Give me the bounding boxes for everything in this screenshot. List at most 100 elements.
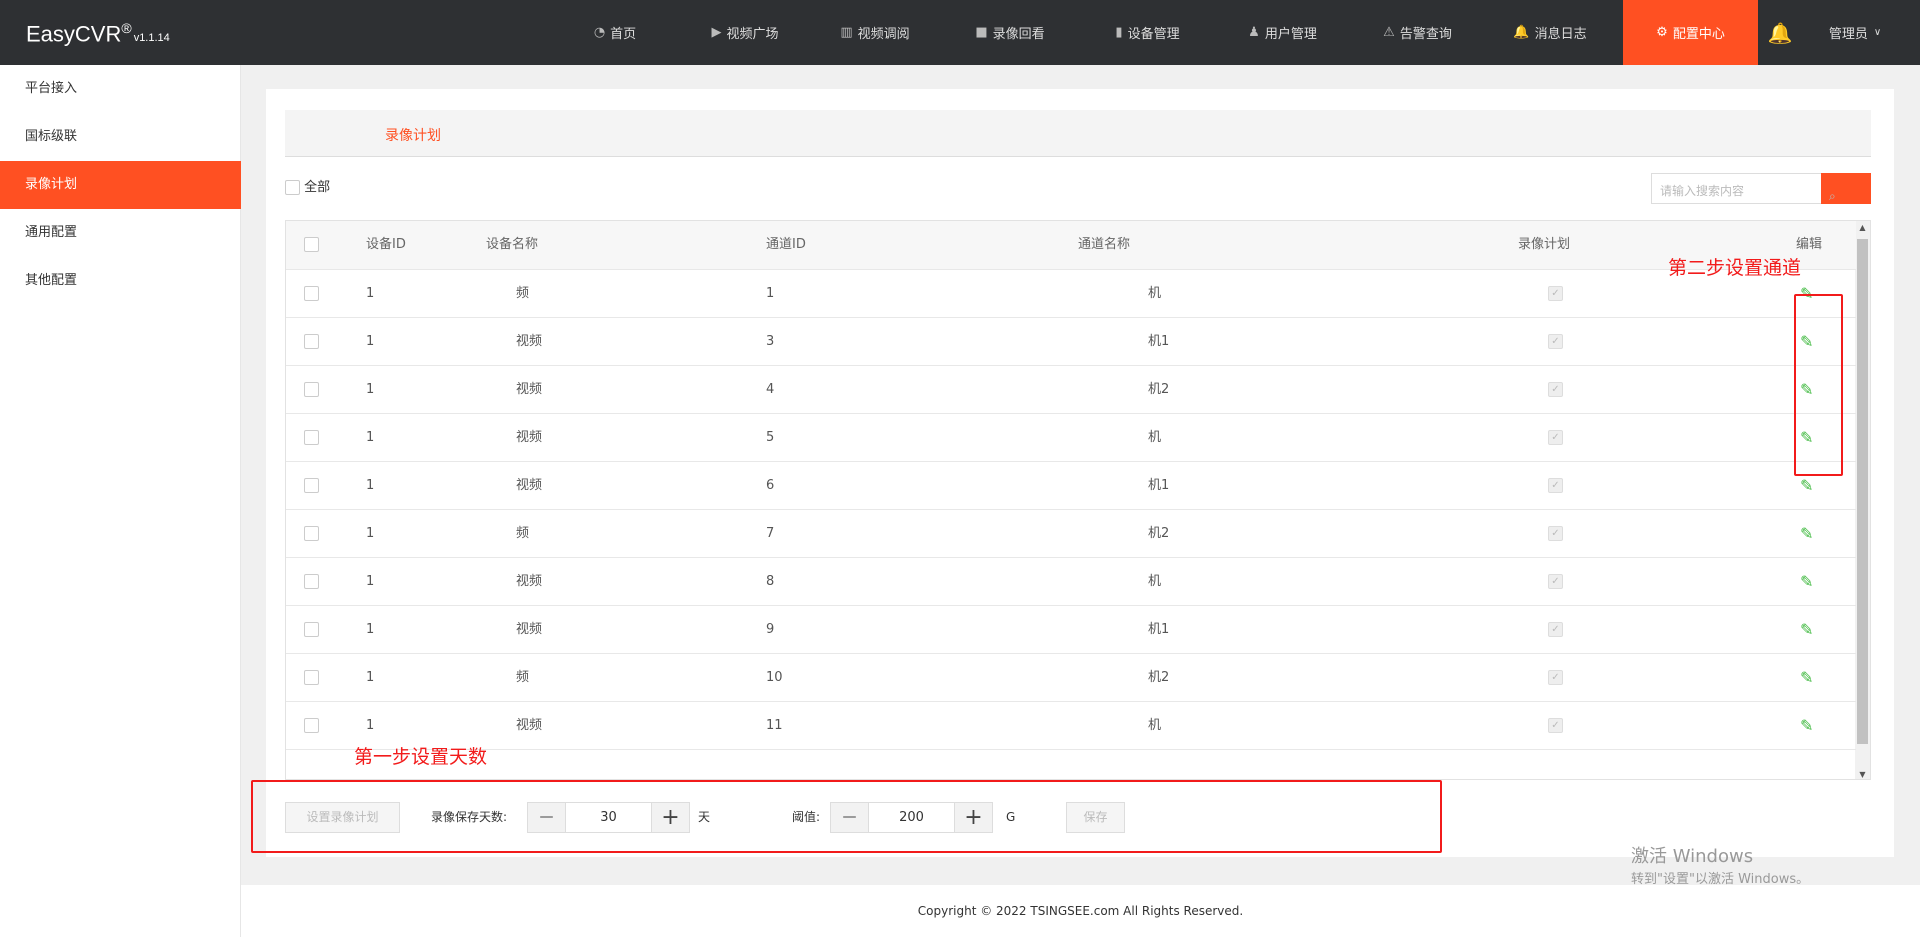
channel-table: ▲ ▼ 设备ID 设备名称 通道ID 通道名称 录像计划 编辑 1 频 1 机 ✓ ✎ 1 … — [285, 220, 1871, 780]
channel-name: 机2 — [1148, 526, 1170, 541]
nav-label: 告警查询 — [1399, 27, 1452, 42]
nav-label: 视频调阅 — [857, 27, 910, 42]
search-button[interactable]: ⌕ — [1821, 173, 1871, 204]
record-plan-checkbox: ✓ — [1548, 270, 1563, 318]
device-id: 1 — [366, 622, 375, 637]
row-checkbox[interactable] — [304, 702, 319, 750]
column-header: 通道名称 — [1078, 237, 1131, 252]
sidebar-item-0[interactable]: 平台接入 — [0, 65, 241, 113]
top-header: EasyCVR®v1.1.14 ◔ 首页 ▶ 视频广场 ▥ 视频调阅 ■ 录像回看 ▮ 设备管理 ♟… — [0, 0, 1920, 65]
logo-reg: ® — [121, 20, 132, 36]
table-row: 1 视频 3 机1 ✓ ✎ — [286, 318, 1856, 366]
annotation-step1: 第一步设置天数 — [354, 746, 488, 768]
user-name: 管理员 — [1828, 27, 1868, 42]
device-name: 频 — [516, 670, 530, 685]
edit-icon[interactable]: ✎ — [1800, 558, 1813, 606]
edit-icon[interactable]: ✎ — [1800, 510, 1813, 558]
sidebar-item-4[interactable]: 其他配置 — [0, 257, 241, 305]
device-name: 视频 — [516, 382, 543, 397]
channel-name: 机2 — [1148, 382, 1170, 397]
record-plan-checkbox: ✓ — [1548, 414, 1563, 462]
sidebar-item-3[interactable]: 通用配置 — [0, 209, 241, 257]
row-checkbox[interactable] — [304, 654, 319, 702]
gear-icon: ⚙ — [1656, 25, 1668, 40]
watermark-line2: 转到"设置"以激活 Windows。 — [1631, 872, 1810, 887]
record-plan-checkbox: ✓ — [1548, 702, 1563, 750]
channel-id: 1 — [766, 286, 775, 301]
edit-icon[interactable]: ✎ — [1800, 702, 1813, 750]
nav-label: 配置中心 — [1672, 27, 1725, 42]
device-id: 1 — [366, 382, 375, 397]
nav-label: 用户管理 — [1264, 27, 1317, 42]
nav-item-3[interactable]: ■ 录像回看 — [955, 0, 1065, 65]
row-checkbox[interactable] — [304, 558, 319, 606]
nav-item-2[interactable]: ▥ 视频调阅 — [820, 0, 930, 65]
table-row: 1 视频 5 机 ✓ ✎ — [286, 414, 1856, 462]
tab-bar: 录像计划 — [285, 110, 1871, 157]
row-checkbox[interactable] — [304, 510, 319, 558]
table-row: 1 视频 4 机2 ✓ ✎ — [286, 366, 1856, 414]
sidebar-item-2[interactable]: 录像计划 — [0, 161, 241, 209]
row-checkbox[interactable] — [304, 606, 319, 654]
channel-id: 4 — [766, 382, 775, 397]
device-name: 视频 — [516, 718, 543, 733]
row-checkbox[interactable] — [304, 462, 319, 510]
device-id: 1 — [366, 286, 375, 301]
column-header: 设备ID — [366, 237, 406, 252]
scroll-up-icon[interactable]: ▲ — [1855, 223, 1870, 232]
channel-id: 5 — [766, 430, 775, 445]
row-checkbox[interactable] — [304, 414, 319, 462]
select-all[interactable]: 全部 — [285, 176, 330, 195]
user-menu[interactable]: 管理员 ∨ — [1810, 0, 1900, 65]
channel-name: 机 — [1148, 718, 1162, 733]
record-plan-checkbox: ✓ — [1548, 654, 1563, 702]
nav-item-4[interactable]: ▮ 设备管理 — [1090, 0, 1205, 65]
user-icon: ♟ — [1248, 25, 1260, 40]
nav-label: 录像回看 — [992, 27, 1045, 42]
tab-record-plan[interactable]: 录像计划 — [385, 125, 441, 145]
header-checkbox[interactable] — [304, 221, 319, 269]
table-row: 1 视频 6 机1 ✓ ✎ — [286, 462, 1856, 510]
annotation-box-edit — [1794, 294, 1843, 476]
device-id: 1 — [366, 670, 375, 685]
device-id: 1 — [366, 430, 375, 445]
edit-icon[interactable]: ✎ — [1800, 654, 1813, 702]
sidebar: 平台接入 国标级联 录像计划 通用配置 其他配置 — [0, 65, 241, 937]
channel-name: 机 — [1148, 430, 1162, 445]
nav-label: 消息日志 — [1534, 27, 1587, 42]
nav-item-0[interactable]: ◔ 首页 — [580, 0, 650, 65]
channel-name: 机1 — [1148, 334, 1170, 349]
channel-id: 10 — [766, 670, 783, 685]
select-all-checkbox[interactable] — [285, 180, 300, 195]
scrollbar[interactable]: ▲ ▼ — [1855, 221, 1870, 779]
nav-label: 视频广场 — [726, 27, 779, 42]
annotation-box-days — [251, 780, 1442, 853]
table-row: 1 视频 11 机 ✓ ✎ — [286, 702, 1856, 750]
row-checkbox[interactable] — [304, 270, 319, 318]
row-checkbox[interactable] — [304, 318, 319, 366]
record-plan-checkbox: ✓ — [1548, 366, 1563, 414]
nav-item-7[interactable]: 🔔 消息日志 — [1495, 0, 1605, 65]
logo[interactable]: EasyCVR®v1.1.14 — [26, 20, 170, 47]
channel-name: 机 — [1148, 574, 1162, 589]
edit-icon[interactable]: ✎ — [1800, 606, 1813, 654]
device-id: 1 — [366, 574, 375, 589]
nav-item-1[interactable]: ▶ 视频广场 — [690, 0, 800, 65]
scroll-down-icon[interactable]: ▼ — [1855, 770, 1870, 779]
column-header: 设备名称 — [486, 237, 539, 252]
nav-item-5[interactable]: ♟ 用户管理 — [1225, 0, 1340, 65]
nav-item-8[interactable]: ⚙ 配置中心 — [1623, 0, 1758, 65]
chevron-down-icon: ∨ — [1873, 27, 1882, 38]
watermark-line1: 激活 Windows — [1631, 846, 1754, 867]
sidebar-item-1[interactable]: 国标级联 — [0, 113, 241, 161]
notification-bell-icon[interactable]: 🔔 — [1755, 0, 1805, 65]
alarm-icon: ⚠ — [1383, 25, 1395, 40]
search-input[interactable]: 请输入搜索内容 — [1660, 182, 1744, 199]
scrollbar-thumb[interactable] — [1857, 239, 1868, 744]
nav-item-6[interactable]: ⚠ 告警查询 — [1360, 0, 1475, 65]
table-row: 1 视频 9 机1 ✓ ✎ — [286, 606, 1856, 654]
record-plan-checkbox: ✓ — [1548, 318, 1563, 366]
row-checkbox[interactable] — [304, 366, 319, 414]
play-icon: ▶ — [711, 25, 722, 40]
channel-id: 9 — [766, 622, 775, 637]
